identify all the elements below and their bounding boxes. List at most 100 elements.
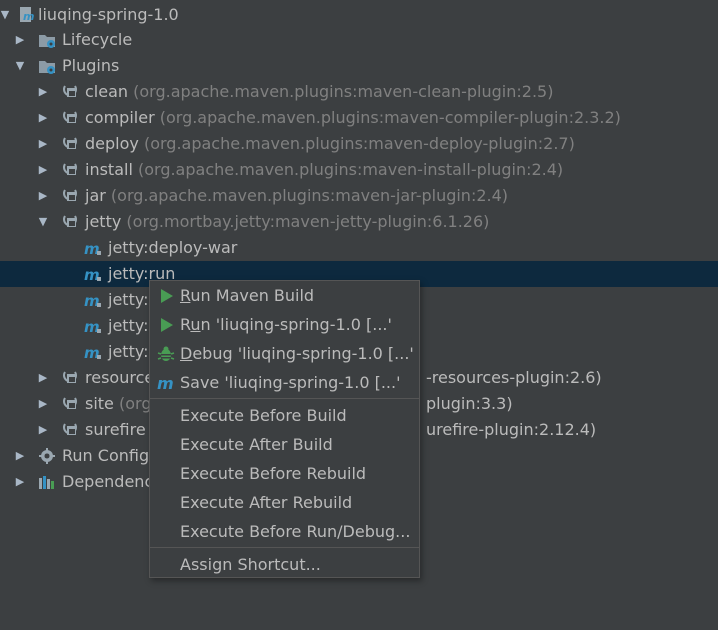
menu-item-run-maven-build[interactable]: Run Maven Build bbox=[150, 281, 419, 310]
expanded-arrow-icon[interactable]: ▼ bbox=[37, 209, 49, 235]
menu-item-execute-before-rebuild[interactable]: Execute Before Rebuild bbox=[150, 459, 419, 488]
plugin-icon bbox=[63, 85, 77, 97]
collapsed-arrow-icon[interactable]: ▶ bbox=[37, 131, 49, 157]
plugin-node-jetty[interactable]: ▼ jetty (org.mortbay.jetty:maven-jetty-p… bbox=[0, 209, 718, 235]
debug-bug-icon bbox=[157, 346, 175, 361]
menu-separator bbox=[150, 398, 419, 399]
plugin-coordinates: plugin:3.3) bbox=[426, 394, 513, 413]
tree-node-label: liuqing-spring-1.0 bbox=[38, 5, 179, 24]
plugin-name: install bbox=[85, 160, 133, 179]
goal-node-jetty-deploy-war[interactable]: m jetty:deploy-war bbox=[0, 235, 718, 261]
menu-item-debug-configuration[interactable]: Debug 'liuqing-spring-1.0 [...' bbox=[150, 339, 419, 368]
collapsed-arrow-icon[interactable]: ▶ bbox=[37, 79, 49, 105]
tree-node-root[interactable]: ▼ m liuqing-spring-1.0 bbox=[0, 2, 718, 28]
expanded-arrow-icon[interactable]: ▼ bbox=[14, 53, 26, 79]
collapsed-arrow-icon[interactable]: ▶ bbox=[14, 443, 26, 469]
maven-goal-icon: m bbox=[84, 240, 101, 257]
plugin-icon bbox=[63, 423, 77, 435]
tree-node-plugins[interactable]: ▼ Plugins bbox=[0, 53, 718, 79]
menu-item-label: n 'liuqing-spring-1.0 [...' bbox=[200, 315, 392, 334]
maven-project-icon: m bbox=[20, 7, 34, 23]
plugin-icon bbox=[63, 163, 77, 175]
plugin-coordinates: (org.apache.maven.plugins:maven-install-… bbox=[137, 160, 564, 179]
menu-item-label: Save 'liuqing-spring-1.0 [...' bbox=[180, 373, 401, 392]
plugin-coordinates: urefire-plugin:2.12.4) bbox=[426, 420, 597, 439]
menu-item-execute-before-run-debug[interactable]: Execute Before Run/Debug... bbox=[150, 517, 419, 546]
collapsed-arrow-icon[interactable]: ▶ bbox=[37, 105, 49, 131]
menu-item-label: un Maven Build bbox=[190, 286, 315, 305]
collapsed-arrow-icon[interactable]: ▶ bbox=[37, 183, 49, 209]
folder-gear-icon bbox=[39, 61, 55, 74]
menu-item-label: Execute Before Run/Debug... bbox=[180, 522, 411, 541]
plugin-node-clean[interactable]: ▶ clean (org.apache.maven.plugins:maven-… bbox=[0, 79, 718, 105]
menu-item-label: Execute After Build bbox=[180, 435, 333, 454]
gear-icon bbox=[39, 448, 55, 464]
plugin-coordinates: (org.apache.maven.plugins:maven-compiler… bbox=[159, 108, 621, 127]
plugin-icon bbox=[63, 111, 77, 123]
run-icon bbox=[161, 318, 173, 332]
maven-goal-icon: m bbox=[84, 266, 101, 283]
mnemonic: D bbox=[180, 344, 193, 363]
mnemonic: u bbox=[190, 315, 201, 334]
run-icon bbox=[161, 289, 173, 303]
plugin-coordinates: (org.apache.maven.plugins:maven-deploy-p… bbox=[143, 134, 575, 153]
mnemonic: R bbox=[180, 286, 191, 305]
tree-node-label: Dependenc bbox=[62, 472, 154, 491]
collapsed-arrow-icon[interactable]: ▶ bbox=[37, 157, 49, 183]
plugin-icon bbox=[63, 397, 77, 409]
plugin-name: deploy bbox=[85, 134, 139, 153]
maven-icon: m bbox=[157, 374, 174, 392]
menu-item-run-configuration[interactable]: Run 'liuqing-spring-1.0 [...' bbox=[150, 310, 419, 339]
collapsed-arrow-icon[interactable]: ▶ bbox=[14, 27, 26, 53]
menu-item-label: Execute After Rebuild bbox=[180, 493, 353, 512]
plugin-node-deploy[interactable]: ▶ deploy (org.apache.maven.plugins:maven… bbox=[0, 131, 718, 157]
menu-item-assign-shortcut[interactable]: Assign Shortcut... bbox=[150, 550, 419, 579]
menu-item-label: ebug 'liuqing-spring-1.0 [...' bbox=[192, 344, 414, 363]
plugin-icon bbox=[63, 215, 77, 227]
menu-item-label: Execute Before Rebuild bbox=[180, 464, 367, 483]
plugin-node-install[interactable]: ▶ install (org.apache.maven.plugins:mave… bbox=[0, 157, 718, 183]
tree-node-label: Plugins bbox=[62, 56, 120, 75]
collapsed-arrow-icon[interactable]: ▶ bbox=[14, 469, 26, 495]
svg-text:m: m bbox=[23, 10, 34, 23]
tree-node-label: Run Config bbox=[62, 446, 150, 465]
expanded-arrow-icon[interactable]: ▼ bbox=[0, 2, 11, 28]
plugin-name: surefire bbox=[85, 420, 146, 439]
collapsed-arrow-icon[interactable]: ▶ bbox=[37, 365, 49, 391]
menu-item-label: Assign Shortcut... bbox=[180, 555, 321, 574]
plugin-name: jetty bbox=[85, 212, 122, 231]
context-menu: Run Maven Build Run 'liuqing-spring-1.0 … bbox=[149, 280, 420, 578]
plugin-name: site bbox=[85, 394, 114, 413]
folder-gear-icon bbox=[39, 35, 55, 48]
maven-goal-icon: m bbox=[84, 318, 101, 335]
plugin-coordinates: (org.mortbay.jetty:maven-jetty-plugin:6.… bbox=[126, 212, 490, 231]
maven-goal-icon: m bbox=[84, 292, 101, 309]
collapsed-arrow-icon[interactable]: ▶ bbox=[37, 391, 49, 417]
plugin-coordinates: (org.apache.maven.plugins:maven-clean-pl… bbox=[133, 82, 554, 101]
dependencies-icon bbox=[39, 476, 54, 489]
plugin-coordinates: -resources-plugin:2.6) bbox=[426, 368, 602, 387]
tree-node-label: Lifecycle bbox=[62, 30, 133, 49]
menu-item-execute-after-build[interactable]: Execute After Build bbox=[150, 430, 419, 459]
maven-goal-icon: m bbox=[84, 344, 101, 361]
plugin-icon bbox=[63, 371, 77, 383]
plugin-icon bbox=[63, 189, 77, 201]
plugin-node-jar[interactable]: ▶ jar (org.apache.maven.plugins:maven-ja… bbox=[0, 183, 718, 209]
menu-separator bbox=[150, 547, 419, 548]
menu-item-save-configuration[interactable]: m Save 'liuqing-spring-1.0 [...' bbox=[150, 368, 419, 397]
collapsed-arrow-icon[interactable]: ▶ bbox=[37, 417, 49, 443]
tree-node-lifecycle[interactable]: ▶ Lifecycle bbox=[0, 27, 718, 53]
plugin-coordinates: (org.apache.maven.plugins:maven-jar-plug… bbox=[110, 186, 509, 205]
plugin-name: resource bbox=[85, 368, 155, 387]
menu-item-label: Execute Before Build bbox=[180, 406, 347, 425]
plugin-node-compiler[interactable]: ▶ compiler (org.apache.maven.plugins:mav… bbox=[0, 105, 718, 131]
svg-text:m: m bbox=[157, 374, 174, 392]
plugin-name: clean bbox=[85, 82, 129, 101]
plugin-name: jar bbox=[85, 186, 106, 205]
menu-item-execute-after-rebuild[interactable]: Execute After Rebuild bbox=[150, 488, 419, 517]
plugin-icon bbox=[63, 137, 77, 149]
goal-label: jetty:deploy-war bbox=[108, 238, 238, 257]
menu-item-execute-before-build[interactable]: Execute Before Build bbox=[150, 401, 419, 430]
plugin-name: compiler bbox=[85, 108, 155, 127]
menu-item-label: R bbox=[180, 315, 191, 334]
